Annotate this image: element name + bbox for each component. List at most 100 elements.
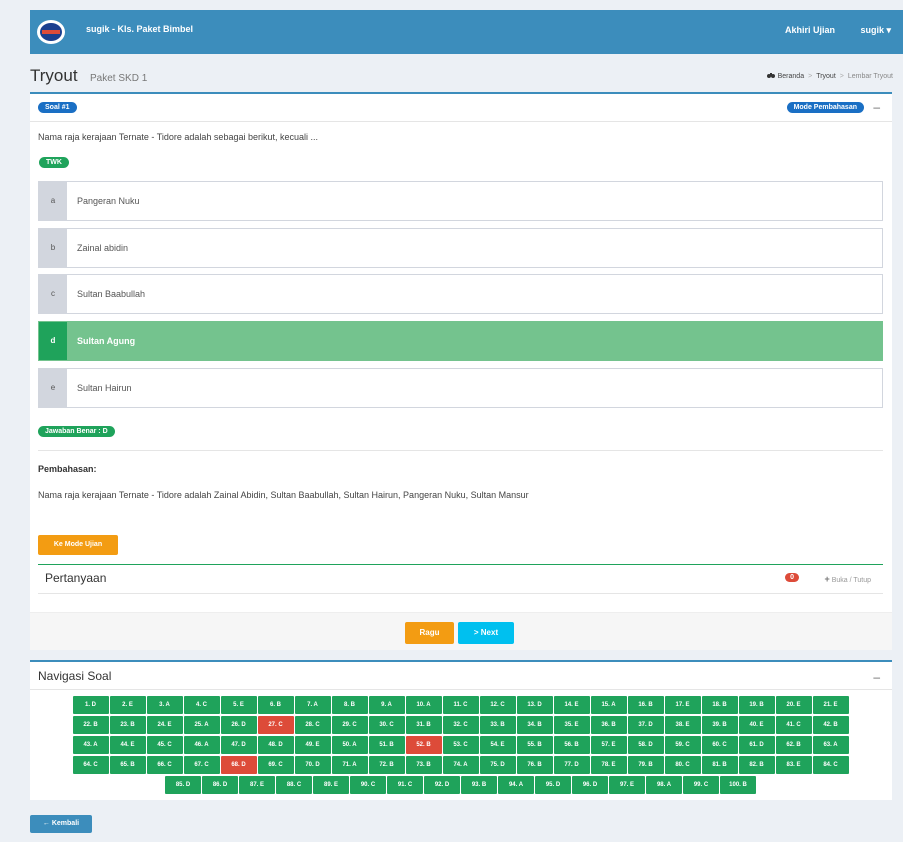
question-nav-button[interactable]: 33. B — [479, 716, 516, 734]
question-nav-button[interactable]: 13. D — [516, 696, 553, 714]
question-nav-button[interactable]: 30. C — [368, 716, 405, 734]
question-nav-button[interactable]: 38. E — [664, 716, 701, 734]
question-nav-button[interactable]: 92. D — [424, 776, 460, 794]
question-nav-button[interactable]: 66. C — [146, 756, 183, 774]
question-nav-button[interactable]: 22. B — [72, 716, 109, 734]
option-e[interactable]: e Sultan Hairun — [38, 368, 883, 408]
question-nav-button[interactable]: 11. C — [442, 696, 479, 714]
question-nav-button[interactable]: 61. D — [738, 736, 775, 754]
question-nav-button[interactable]: 6. B — [257, 696, 294, 714]
question-nav-button[interactable]: 88. C — [276, 776, 312, 794]
question-nav-button[interactable]: 60. C — [701, 736, 738, 754]
question-nav-button[interactable]: 26. D — [220, 716, 257, 734]
question-nav-button[interactable]: 81. B — [701, 756, 738, 774]
question-nav-button[interactable]: 80. C — [664, 756, 701, 774]
question-nav-button[interactable]: 52. B — [405, 736, 442, 754]
question-nav-button[interactable]: 86. D — [202, 776, 238, 794]
question-nav-button[interactable]: 44. E — [109, 736, 146, 754]
question-nav-button[interactable]: 78. E — [590, 756, 627, 774]
question-nav-button[interactable]: 46. A — [183, 736, 220, 754]
question-nav-button[interactable]: 93. B — [461, 776, 497, 794]
user-menu[interactable]: sugik ▾ — [860, 25, 891, 36]
question-nav-button[interactable]: 65. B — [109, 756, 146, 774]
question-nav-button[interactable]: 62. B — [775, 736, 812, 754]
question-nav-button[interactable]: 16. B — [627, 696, 664, 714]
option-a[interactable]: a Pangeran Nuku — [38, 181, 883, 221]
option-d[interactable]: d Sultan Agung — [38, 321, 883, 361]
question-nav-button[interactable]: 57. E — [590, 736, 627, 754]
question-nav-button[interactable]: 32. C — [442, 716, 479, 734]
question-nav-button[interactable]: 35. E — [553, 716, 590, 734]
question-nav-button[interactable]: 98. A — [646, 776, 682, 794]
question-nav-button[interactable]: 71. A — [331, 756, 368, 774]
question-nav-button[interactable]: 45. C — [146, 736, 183, 754]
question-nav-button[interactable]: 39. B — [701, 716, 738, 734]
question-nav-button[interactable]: 95. D — [535, 776, 571, 794]
question-nav-button[interactable]: 18. B — [701, 696, 738, 714]
breadcrumb-tryout[interactable]: Tryout — [816, 73, 836, 80]
breadcrumb-home[interactable]: Beranda — [778, 73, 804, 80]
question-nav-button[interactable]: 34. B — [516, 716, 553, 734]
back-button[interactable]: ← Kembali — [30, 815, 92, 833]
question-nav-button[interactable]: 69. C — [257, 756, 294, 774]
question-nav-button[interactable]: 64. C — [72, 756, 109, 774]
question-nav-button[interactable]: 43. A — [72, 736, 109, 754]
question-nav-button[interactable]: 5. E — [220, 696, 257, 714]
question-nav-button[interactable]: 53. C — [442, 736, 479, 754]
toggle-questions-button[interactable]: + Buka / Tutup — [824, 574, 871, 584]
question-nav-button[interactable]: 90. C — [350, 776, 386, 794]
question-nav-button[interactable]: 9. A — [368, 696, 405, 714]
question-nav-button[interactable]: 94. A — [498, 776, 534, 794]
question-nav-button[interactable]: 76. B — [516, 756, 553, 774]
option-b[interactable]: b Zainal abidin — [38, 228, 883, 268]
question-nav-button[interactable]: 40. E — [738, 716, 775, 734]
question-nav-button[interactable]: 42. B — [812, 716, 849, 734]
question-nav-button[interactable]: 59. C — [664, 736, 701, 754]
question-nav-button[interactable]: 41. C — [775, 716, 812, 734]
end-exam-link[interactable]: Akhiri Ujian — [785, 25, 835, 35]
question-nav-button[interactable]: 1. D — [72, 696, 109, 714]
question-nav-button[interactable]: 79. B — [627, 756, 664, 774]
logo-icon[interactable] — [36, 17, 66, 47]
question-nav-button[interactable]: 29. C — [331, 716, 368, 734]
next-button[interactable]: > Next — [458, 622, 514, 644]
question-nav-button[interactable]: 89. E — [313, 776, 349, 794]
question-nav-button[interactable]: 75. D — [479, 756, 516, 774]
question-nav-button[interactable]: 49. E — [294, 736, 331, 754]
question-nav-button[interactable]: 70. D — [294, 756, 331, 774]
question-nav-button[interactable]: 31. B — [405, 716, 442, 734]
question-nav-button[interactable]: 48. D — [257, 736, 294, 754]
question-nav-button[interactable]: 51. B — [368, 736, 405, 754]
question-nav-button[interactable]: 37. D — [627, 716, 664, 734]
doubt-button[interactable]: Ragu — [405, 622, 454, 644]
question-nav-button[interactable]: 63. A — [812, 736, 849, 754]
question-nav-button[interactable]: 77. D — [553, 756, 590, 774]
question-nav-button[interactable]: 17. E — [664, 696, 701, 714]
question-nav-button[interactable]: 67. C — [183, 756, 220, 774]
question-nav-button[interactable]: 82. B — [738, 756, 775, 774]
option-c[interactable]: c Sultan Baabullah — [38, 274, 883, 314]
question-nav-button[interactable]: 56. B — [553, 736, 590, 754]
question-nav-button[interactable]: 68. D — [220, 756, 257, 774]
question-nav-button[interactable]: 27. C — [257, 716, 294, 734]
question-nav-button[interactable]: 24. E — [146, 716, 183, 734]
question-nav-button[interactable]: 99. C — [683, 776, 719, 794]
question-nav-button[interactable]: 50. A — [331, 736, 368, 754]
question-nav-button[interactable]: 8. B — [331, 696, 368, 714]
question-nav-button[interactable]: 7. A — [294, 696, 331, 714]
question-nav-button[interactable]: 87. E — [239, 776, 275, 794]
question-nav-button[interactable]: 14. E — [553, 696, 590, 714]
question-nav-button[interactable]: 100. B — [720, 776, 756, 794]
question-nav-button[interactable]: 23. B — [109, 716, 146, 734]
collapse-navigation-button[interactable]: – — [873, 671, 880, 683]
question-nav-button[interactable]: 91. C — [387, 776, 423, 794]
question-nav-button[interactable]: 15. A — [590, 696, 627, 714]
question-nav-button[interactable]: 21. E — [812, 696, 849, 714]
question-nav-button[interactable]: 12. C — [479, 696, 516, 714]
question-nav-button[interactable]: 72. B — [368, 756, 405, 774]
question-nav-button[interactable]: 96. D — [572, 776, 608, 794]
question-nav-button[interactable]: 84. C — [812, 756, 849, 774]
question-nav-button[interactable]: 58. D — [627, 736, 664, 754]
question-nav-button[interactable]: 2. E — [109, 696, 146, 714]
question-nav-button[interactable]: 36. B — [590, 716, 627, 734]
